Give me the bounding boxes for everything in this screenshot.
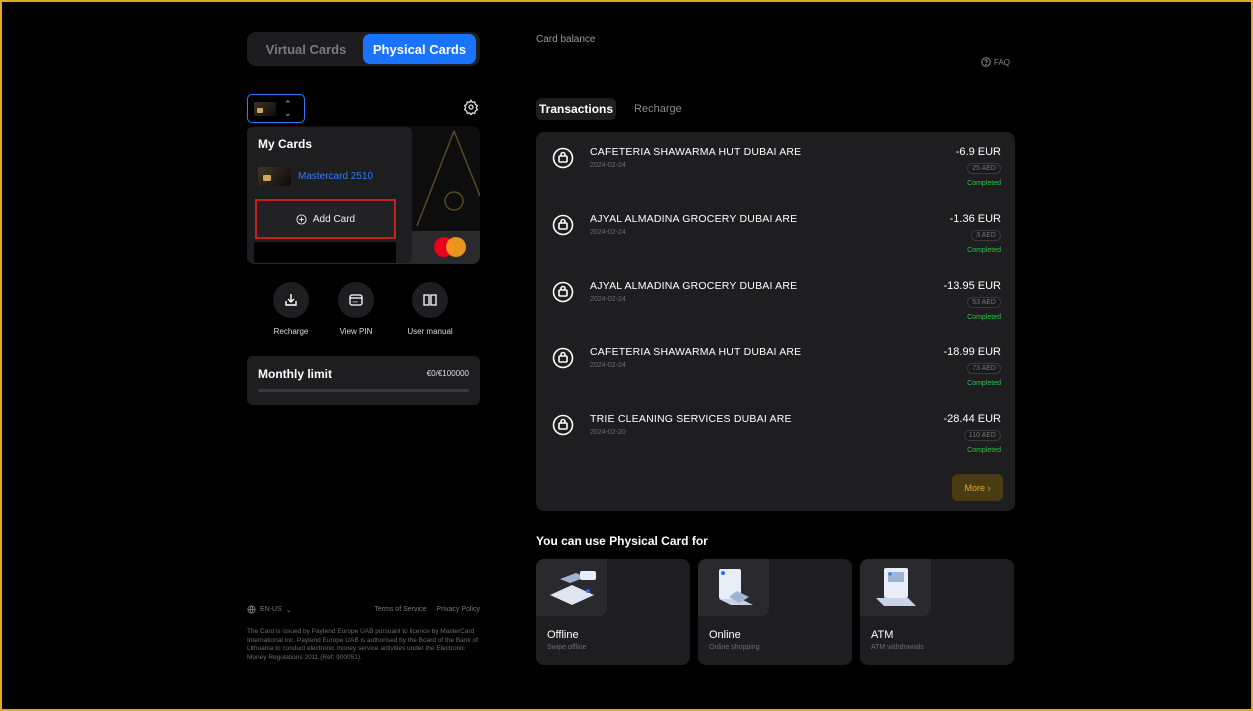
transaction-local-amount: 25 AED xyxy=(967,163,1001,174)
atm-icon xyxy=(860,559,931,616)
monthly-limit-title: Monthly limit xyxy=(258,367,332,381)
transaction-status: Completed xyxy=(967,447,1001,454)
view-pin-label: View PIN xyxy=(339,327,373,336)
privacy-link[interactable]: Privacy Policy xyxy=(436,606,480,613)
more-button[interactable]: More › xyxy=(952,474,1003,501)
shopping-bag-icon xyxy=(552,147,574,169)
footer-links: EN-US ⌄ Terms of Service Privacy Policy xyxy=(247,605,480,614)
transaction-date: 2024-02-24 xyxy=(590,362,626,369)
transaction-date: 2024-02-24 xyxy=(590,162,626,169)
use-desc: Swipe offline xyxy=(547,644,587,651)
my-cards-dropdown: My Cards Mastercard 2510 Add Card xyxy=(247,127,412,263)
transaction-amount: -1.36 EUR xyxy=(949,213,1001,225)
transaction-date: 2024-02-24 xyxy=(590,229,626,236)
tab-recharge[interactable]: Recharge xyxy=(634,103,682,115)
transaction-merchant: AJYAL ALMADINA GROCERY DUBAI ARE xyxy=(590,213,798,225)
pos-terminal-icon xyxy=(536,559,607,616)
chevron-updown-icon: ⌃ ⌄ xyxy=(284,98,292,118)
transactions-panel: CAFETERIA SHAWARMA HUT DUBAI ARE 2024-02… xyxy=(536,132,1015,511)
use-name: Online xyxy=(709,629,741,641)
card-thumbnail xyxy=(254,101,276,116)
transaction-local-amount: 110 AED xyxy=(963,430,1001,441)
tab-physical-cards[interactable]: Physical Cards xyxy=(363,34,476,64)
use-desc: ATM withdrawals xyxy=(871,644,924,651)
pin-icon: *** xyxy=(338,282,374,318)
transaction-merchant: TRIE CLEANING SERVICES DUBAI ARE xyxy=(590,413,792,425)
use-name: Offline xyxy=(547,629,579,641)
tab-transactions[interactable]: Transactions xyxy=(536,98,617,120)
plus-circle-icon xyxy=(296,213,307,225)
transaction-tabs: Transactions Recharge xyxy=(536,98,682,120)
online-shopping-icon xyxy=(698,559,769,616)
transaction-local-amount: 53 AED xyxy=(967,297,1001,308)
svg-text:***: *** xyxy=(353,301,359,305)
legal-notice: The Card is issued by Paytend Europe UAB… xyxy=(247,628,478,661)
transaction-amount: -6.9 EUR xyxy=(955,146,1001,158)
transaction-local-amount: 73 AED xyxy=(967,363,1001,374)
transaction-amount: -28.44 EUR xyxy=(943,413,1001,425)
shopping-bag-icon xyxy=(552,347,574,369)
recharge-icon xyxy=(273,282,309,318)
transaction-row[interactable]: AJYAL ALMADINA GROCERY DUBAI ARE 2024-02… xyxy=(536,199,1015,265)
mastercard-logo xyxy=(434,237,468,257)
faq-link[interactable]: FAQ xyxy=(981,57,1010,67)
transaction-status: Completed xyxy=(967,247,1001,254)
transaction-merchant: CAFETERIA SHAWARMA HUT DUBAI ARE xyxy=(590,146,802,158)
use-card-atm: ATM ATM withdrawals xyxy=(860,559,1014,665)
add-card-button[interactable]: Add Card xyxy=(255,199,396,239)
book-icon xyxy=(412,282,448,318)
monthly-limit-panel: Monthly limit €0/€100000 xyxy=(247,356,480,405)
card-thumbnail xyxy=(258,167,291,186)
card-type-tabs: Virtual Cards Physical Cards xyxy=(247,32,480,66)
transaction-status: Completed xyxy=(967,180,1001,187)
globe-icon xyxy=(247,605,256,614)
help-icon xyxy=(981,57,991,67)
recharge-label: Recharge xyxy=(273,327,309,336)
transaction-row[interactable]: AJYAL ALMADINA GROCERY DUBAI ARE 2024-02… xyxy=(536,266,1015,332)
use-section-title: You can use Physical Card for xyxy=(536,534,708,548)
shopping-bag-icon xyxy=(552,281,574,303)
transaction-amount: -18.99 EUR xyxy=(943,346,1001,358)
tab-virtual-cards[interactable]: Virtual Cards xyxy=(249,34,363,64)
use-card-online: Online Online shopping xyxy=(698,559,852,665)
monthly-limit-value: €0/€100000 xyxy=(426,369,469,378)
add-card-label: Add Card xyxy=(312,213,356,225)
transaction-amount: -13.95 EUR xyxy=(943,280,1001,292)
terms-link[interactable]: Terms of Service xyxy=(374,606,426,613)
dropdown-footer-block xyxy=(254,242,396,263)
card-selector[interactable]: ⌃ ⌄ xyxy=(247,94,305,123)
faq-label: FAQ xyxy=(994,57,1011,67)
recharge-action[interactable]: Recharge xyxy=(261,282,321,336)
transaction-date: 2024-02-24 xyxy=(590,296,626,303)
transaction-row[interactable]: TRIE CLEANING SERVICES DUBAI ARE 2024-02… xyxy=(536,399,1015,465)
dropdown-title: My Cards xyxy=(258,137,313,151)
chevron-down-icon: ⌄ xyxy=(285,606,292,614)
shopping-bag-icon xyxy=(552,214,574,236)
transaction-date: 2024-02-20 xyxy=(590,429,626,436)
use-name: ATM xyxy=(871,629,894,641)
transaction-status: Completed xyxy=(967,380,1001,387)
transaction-row[interactable]: CAFETERIA SHAWARMA HUT DUBAI ARE 2024-02… xyxy=(536,132,1015,198)
transaction-row[interactable]: CAFETERIA SHAWARMA HUT DUBAI ARE 2024-02… xyxy=(536,332,1015,398)
use-desc: Online shopping xyxy=(709,644,760,651)
shopping-bag-icon xyxy=(552,414,574,436)
monthly-limit-progress xyxy=(258,389,469,392)
transaction-merchant: AJYAL ALMADINA GROCERY DUBAI ARE xyxy=(590,280,798,292)
card-balance-label: Card balance xyxy=(536,34,596,45)
user-manual-label: User manual xyxy=(407,327,453,336)
language-selector[interactable]: EN-US ⌄ xyxy=(247,605,292,614)
user-manual-action[interactable]: User manual xyxy=(400,282,460,336)
language-label: EN-US xyxy=(260,606,282,613)
transaction-merchant: CAFETERIA SHAWARMA HUT DUBAI ARE xyxy=(590,346,802,358)
card-option-mastercard[interactable]: Mastercard 2510 xyxy=(258,167,373,186)
transaction-local-amount: 3 AED xyxy=(971,230,1001,241)
gear-icon[interactable] xyxy=(463,99,479,115)
transaction-status: Completed xyxy=(967,314,1001,321)
use-card-offline: Offline Swipe offline xyxy=(536,559,690,665)
card-option-label: Mastercard 2510 xyxy=(298,171,374,182)
view-pin-action[interactable]: *** View PIN xyxy=(326,282,386,336)
